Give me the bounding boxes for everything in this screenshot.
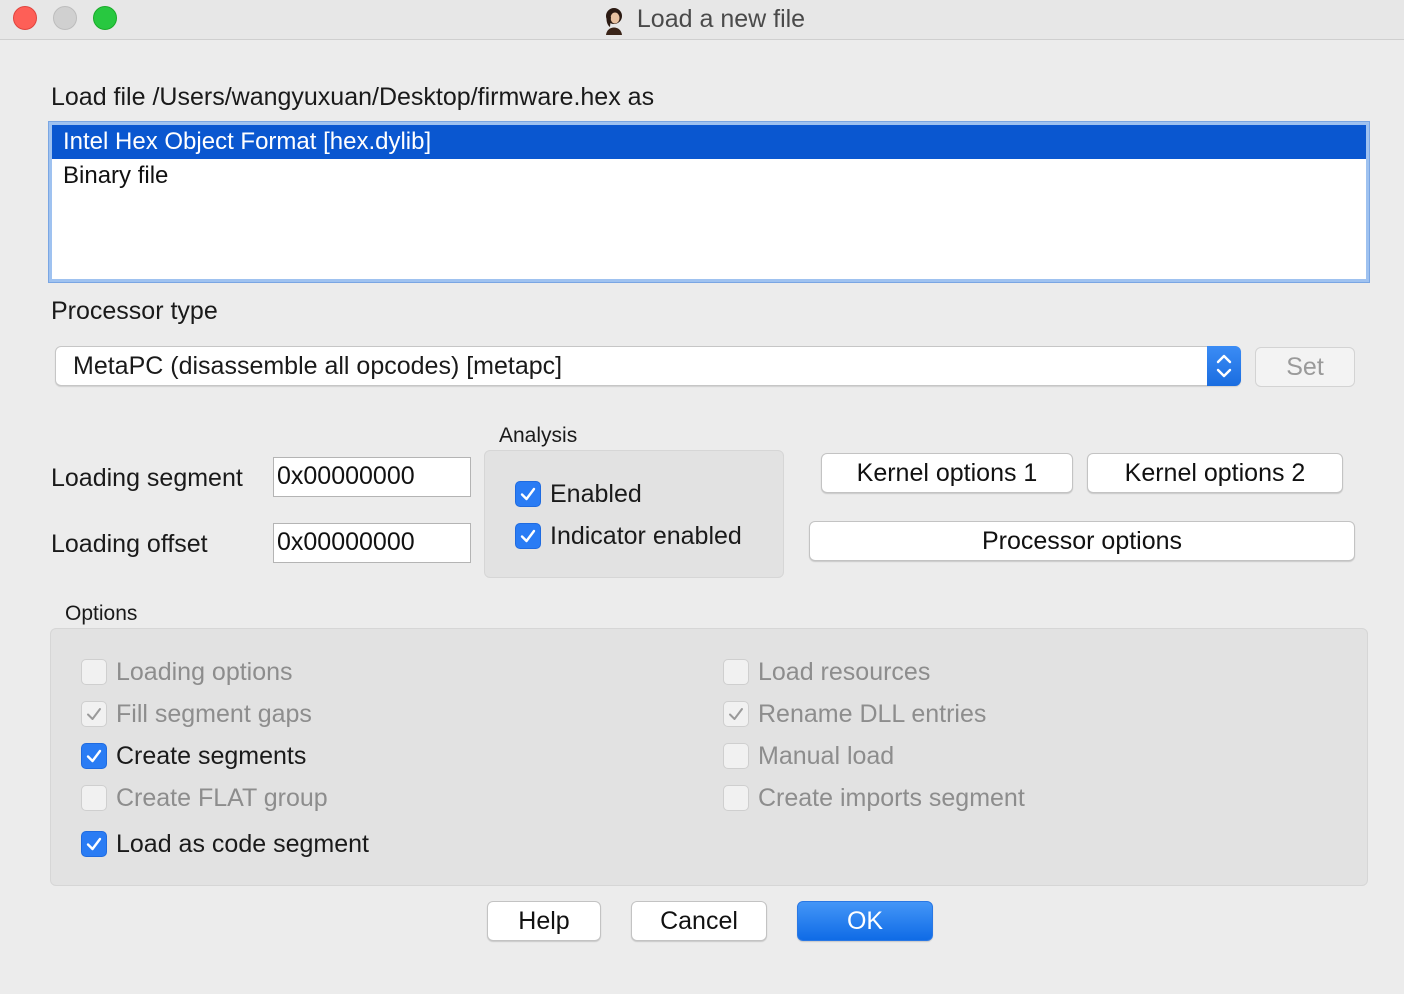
load-resources-checkbox[interactable] xyxy=(723,659,749,685)
fill-segment-gaps-label: Fill segment gaps xyxy=(116,700,312,728)
checkmark-icon xyxy=(520,487,536,501)
cancel-button[interactable]: Cancel xyxy=(631,901,767,941)
window-title: Load a new file xyxy=(636,5,806,33)
fill-segment-gaps-checkbox[interactable] xyxy=(81,701,107,727)
load-as-code-segment-label: Load as code segment xyxy=(116,830,369,858)
processor-options-button[interactable]: Processor options xyxy=(809,521,1355,561)
help-button[interactable]: Help xyxy=(487,901,601,941)
kernel-options-2-button[interactable]: Kernel options 2 xyxy=(1087,453,1343,493)
loading-offset-label: Loading offset xyxy=(51,530,208,558)
ok-button[interactable]: OK xyxy=(797,901,933,941)
file-format-list[interactable]: Intel Hex Object Format [hex.dylib] Bina… xyxy=(49,122,1369,282)
manual-load-label: Manual load xyxy=(758,742,895,770)
create-segments-checkbox[interactable] xyxy=(81,743,107,769)
options-group-title: Options xyxy=(65,602,138,625)
kernel-options-1-button[interactable]: Kernel options 1 xyxy=(821,453,1073,493)
load-as-code-segment-checkbox[interactable] xyxy=(81,831,107,857)
load-resources-label: Load resources xyxy=(758,658,931,686)
loading-segment-input[interactable]: 0x00000000 xyxy=(273,457,471,497)
indicator-enabled-label: Indicator enabled xyxy=(550,522,742,550)
checkmark-icon xyxy=(729,708,743,720)
analysis-enabled-label: Enabled xyxy=(550,480,642,508)
loading-segment-label: Loading segment xyxy=(51,464,243,492)
create-flat-group-checkbox[interactable] xyxy=(81,785,107,811)
ida-app-icon xyxy=(605,7,622,35)
manual-load-checkbox[interactable] xyxy=(723,743,749,769)
checkmark-icon xyxy=(86,749,102,763)
processor-type-value: MetaPC (disassemble all opcodes) [metapc… xyxy=(73,352,563,380)
analysis-group xyxy=(484,450,784,578)
analysis-enabled-checkbox[interactable] xyxy=(515,481,541,507)
analysis-group-title: Analysis xyxy=(499,424,578,447)
loading-offset-input[interactable]: 0x00000000 xyxy=(273,523,471,563)
load-file-label: Load file /Users/wangyuxuan/Desktop/firm… xyxy=(51,83,655,111)
rename-dll-entries-label: Rename DLL entries xyxy=(758,700,987,728)
select-arrows-icon xyxy=(1207,346,1241,386)
create-segments-label: Create segments xyxy=(116,742,307,770)
checkmark-icon xyxy=(86,837,102,851)
loading-options-label: Loading options xyxy=(116,658,293,686)
create-imports-segment-label: Create imports segment xyxy=(758,784,1025,812)
checkmark-icon xyxy=(520,529,536,543)
create-flat-group-label: Create FLAT group xyxy=(116,784,328,812)
list-item-binary-file[interactable]: Binary file xyxy=(52,159,1366,193)
processor-type-select[interactable]: MetaPC (disassemble all opcodes) [metapc… xyxy=(55,346,1241,386)
rename-dll-entries-checkbox[interactable] xyxy=(723,701,749,727)
list-item-intel-hex[interactable]: Intel Hex Object Format [hex.dylib] xyxy=(52,125,1366,159)
checkmark-icon xyxy=(87,708,101,720)
processor-type-label: Processor type xyxy=(51,297,218,325)
title-bar: Load a new file xyxy=(0,0,1404,40)
loading-options-checkbox[interactable] xyxy=(81,659,107,685)
indicator-enabled-checkbox[interactable] xyxy=(515,523,541,549)
set-processor-button[interactable]: Set xyxy=(1255,347,1355,387)
create-imports-segment-checkbox[interactable] xyxy=(723,785,749,811)
